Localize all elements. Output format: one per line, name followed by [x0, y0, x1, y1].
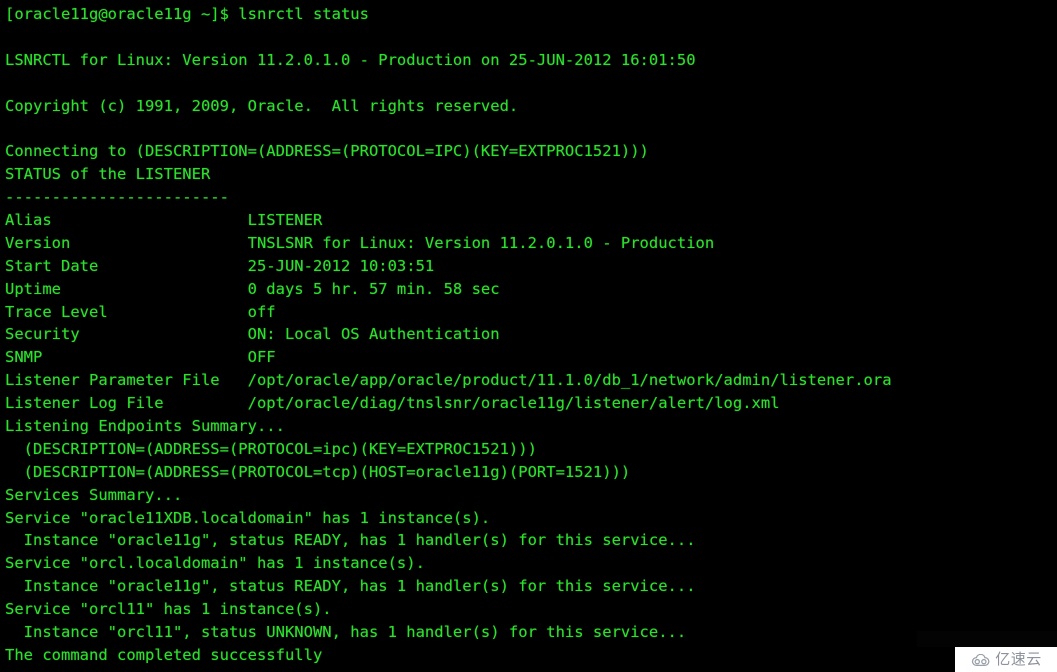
watermark-text: 亿速云	[995, 650, 1042, 668]
terminal-line: ------------------------	[5, 188, 229, 207]
terminal-line: Instance "orcl11", status UNKNOWN, has 1…	[5, 623, 687, 642]
terminal-line: STATUS of the LISTENER	[5, 165, 211, 184]
terminal-line: The command completed successfully	[5, 645, 323, 664]
terminal-line: Instance "oracle11g", status READY, has …	[5, 577, 696, 596]
terminal-line: Trace Level off	[5, 302, 276, 321]
cloud-icon	[970, 653, 992, 667]
terminal-line: Service "orcl11" has 1 instance(s).	[5, 600, 332, 619]
terminal-line: Alias LISTENER	[5, 211, 323, 230]
watermark: 亿速云	[955, 647, 1057, 672]
terminal-line: Copyright (c) 1991, 2009, Oracle. All ri…	[5, 96, 519, 115]
terminal-line: Service "orcl.localdomain" has 1 instanc…	[5, 554, 425, 573]
terminal-line: (DESCRIPTION=(ADDRESS=(PROTOCOL=ipc)(KEY…	[5, 439, 537, 458]
terminal-line: SNMP OFF	[5, 348, 276, 367]
terminal-line: Instance "oracle11g", status READY, has …	[5, 531, 696, 550]
terminal-line: Version TNSLSNR for Linux: Version 11.2.…	[5, 233, 715, 252]
terminal-line: Services Summary...	[5, 485, 183, 504]
terminal-line: (DESCRIPTION=(ADDRESS=(PROTOCOL=tcp)(HOS…	[5, 462, 631, 481]
terminal-line: Service "oracle11XDB.localdomain" has 1 …	[5, 508, 491, 527]
terminal-line: LSNRCTL for Linux: Version 11.2.0.1.0 - …	[5, 50, 696, 69]
terminal-line: Security ON: Local OS Authentication	[5, 325, 500, 344]
terminal-line: Uptime 0 days 5 hr. 57 min. 58 sec	[5, 279, 500, 298]
terminal-line: Connecting to (DESCRIPTION=(ADDRESS=(PRO…	[5, 142, 649, 161]
terminal-line: [oracle11g@oracle11g ~]$ lsnrctl status	[5, 5, 369, 23]
terminal-output[interactable]: [oracle11g@oracle11g ~]$ lsnrctl status L…	[0, 0, 1057, 672]
terminal-line: Start Date 25-JUN-2012 10:03:51	[5, 256, 435, 275]
terminal-line: Listener Parameter File /opt/oracle/app/…	[5, 371, 892, 390]
terminal-line: Listening Endpoints Summary...	[5, 417, 285, 436]
terminal-line: Listener Log File /opt/oracle/diag/tnsls…	[5, 394, 780, 413]
